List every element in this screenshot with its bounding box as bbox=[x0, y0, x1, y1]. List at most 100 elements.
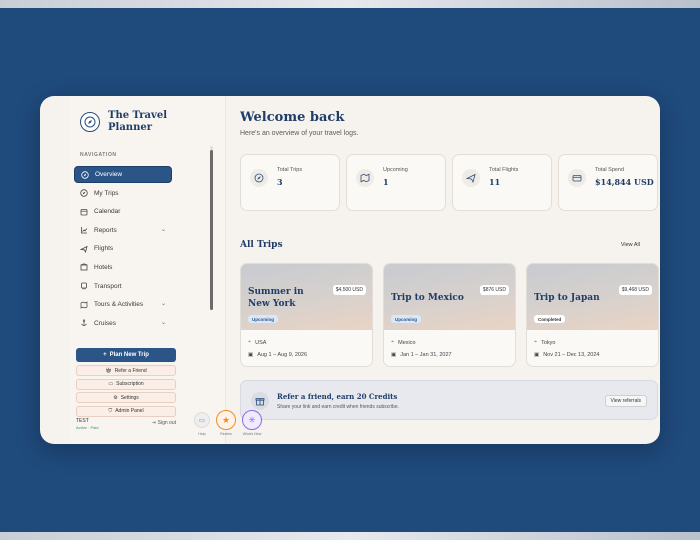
plus-icon: + bbox=[103, 352, 107, 358]
chevron-down-icon[interactable]: ⌄ bbox=[161, 319, 166, 326]
sidebar-item-overview[interactable]: Overview bbox=[74, 166, 172, 183]
sidebar-item-transport[interactable]: Transport bbox=[74, 278, 172, 295]
compass-icon bbox=[250, 169, 268, 187]
whats-new-button[interactable]: ✳ bbox=[242, 410, 262, 430]
settings-label: Settings bbox=[120, 394, 139, 401]
stat-value: 3 bbox=[277, 177, 283, 187]
trip-dates: ▣ Aug 1 – Aug 9, 2026 bbox=[248, 352, 307, 358]
trip-price-badge: $4,500 USD bbox=[332, 285, 366, 295]
sidebar-item-my-trips[interactable]: My Trips bbox=[74, 185, 172, 202]
map-icon bbox=[80, 301, 88, 309]
stat-card-total-trips: Total Trips 3 bbox=[240, 154, 340, 211]
brand[interactable]: The Travel Planner bbox=[80, 110, 178, 134]
trip-price-badge: $876 USD bbox=[479, 285, 509, 295]
brand-name: The Travel Planner bbox=[108, 110, 167, 133]
stat-label: Total Spend bbox=[595, 167, 625, 173]
sidebar-item-reports[interactable]: Reports ⌄ bbox=[74, 222, 172, 239]
user-row: TEST Active · Paid ⇥ Sign out bbox=[76, 418, 176, 432]
admin-panel-button[interactable]: ⛉ Admin Panel bbox=[76, 405, 176, 417]
sign-out-label: Sign out bbox=[157, 420, 176, 426]
reports-icon bbox=[80, 226, 88, 234]
trip-dates: ▣ Nov 21 – Dec 13, 2024 bbox=[534, 352, 599, 358]
sidebar-item-label: Overview bbox=[95, 171, 123, 178]
compass-icon bbox=[80, 189, 88, 197]
refer-friend-button[interactable]: 🎁︎ Refer a Friend bbox=[76, 365, 176, 376]
sidebar-item-label: Hotels bbox=[94, 263, 113, 271]
plane-icon bbox=[462, 169, 480, 187]
gift-icon: 🎁︎ bbox=[105, 367, 112, 374]
hotel-icon bbox=[80, 263, 88, 271]
referral-title: Refer a friend, earn 20 Credits bbox=[277, 392, 398, 401]
app-window: The Travel Planner NAVIGATION Overview M… bbox=[40, 96, 660, 444]
trip-location: ⌖ USA bbox=[248, 339, 266, 346]
gift-icon bbox=[251, 392, 269, 410]
stat-label: Total Trips bbox=[277, 167, 303, 173]
top-band bbox=[0, 0, 700, 8]
floating-actions: ▭ Help ★ Review ✳ What's New bbox=[194, 410, 284, 444]
subscription-button[interactable]: ▭ Subscription bbox=[76, 378, 176, 390]
refer-friend-label: Refer a Friend bbox=[114, 367, 147, 374]
card-icon: ▭ bbox=[108, 381, 114, 387]
sidebar-item-label: Tours & Activities bbox=[94, 301, 144, 309]
trip-status-badge: Upcoming bbox=[391, 315, 421, 323]
location-pin-icon: ⌖ bbox=[534, 339, 538, 345]
sidebar-item-hotels[interactable]: Hotels bbox=[74, 259, 172, 276]
sign-out-button[interactable]: ⇥ Sign out bbox=[151, 420, 176, 426]
trip-status-badge: Upcoming bbox=[248, 315, 278, 323]
subscription-label: Subscription bbox=[116, 381, 144, 387]
trip-status-badge: Completed bbox=[534, 315, 566, 323]
help-button[interactable]: ▭ bbox=[194, 412, 210, 428]
stat-label: Upcoming bbox=[383, 167, 408, 173]
trip-dates: ▣ Jan 1 – Jan 31, 2027 bbox=[391, 352, 452, 358]
trip-location: ⌖ Mexico bbox=[391, 339, 416, 346]
user-name: TEST bbox=[76, 418, 89, 424]
chevron-down-icon[interactable]: ⌄ bbox=[161, 226, 166, 233]
trip-card[interactable]: Summer in New York $4,500 USD Upcoming ⌖… bbox=[240, 263, 373, 367]
view-referrals-button[interactable]: View referrals bbox=[604, 395, 647, 407]
settings-button[interactable]: ⚙ Settings bbox=[76, 392, 176, 403]
sidebar-item-calendar[interactable]: Calendar bbox=[74, 203, 172, 220]
map-icon bbox=[356, 169, 374, 187]
trip-dates-text: Aug 1 – Aug 9, 2026 bbox=[257, 352, 308, 358]
bottom-band bbox=[0, 532, 700, 540]
stat-value: 11 bbox=[489, 177, 501, 187]
whats-new-label: What's New bbox=[242, 432, 262, 436]
trip-dates-text: Nov 21 – Dec 13, 2024 bbox=[543, 352, 600, 358]
plane-icon bbox=[80, 245, 88, 253]
sidebar-item-cruises[interactable]: Cruises ⌄ bbox=[74, 315, 172, 332]
sidebar-item-tours-activities[interactable]: Tours & Activities ⌄ bbox=[74, 296, 172, 313]
sidebar-item-flights[interactable]: Flights bbox=[74, 240, 172, 257]
trip-name: Summer in New York bbox=[248, 287, 304, 309]
stat-card-upcoming: Upcoming 1 bbox=[346, 154, 446, 211]
sign-out-icon: ⇥ bbox=[151, 420, 156, 426]
compass-logo-icon bbox=[80, 112, 100, 132]
user-status: Active · Paid bbox=[76, 425, 99, 430]
trip-dates-text: Jan 1 – Jan 31, 2027 bbox=[400, 352, 452, 358]
trip-location: ⌖ Tokyo bbox=[534, 339, 555, 346]
stat-card-total-spend: Total Spend $14,844 USD bbox=[558, 154, 658, 211]
sidebar-item-label: Reports bbox=[94, 226, 117, 234]
sidebar-item-label: Transport bbox=[94, 282, 122, 290]
stat-value: $14,844 USD bbox=[595, 177, 654, 187]
main-content: Welcome back Here's an overview of your … bbox=[226, 96, 660, 444]
trip-location-text: Tokyo bbox=[541, 339, 556, 346]
review-button[interactable]: ★ bbox=[216, 410, 236, 430]
compass-icon bbox=[81, 170, 89, 179]
sidebar-item-label: My Trips bbox=[94, 189, 119, 197]
trip-card[interactable]: Trip to Japan $9,468 USD Completed ⌖ Tok… bbox=[526, 263, 659, 367]
view-all-link[interactable]: View All bbox=[621, 242, 640, 248]
referral-banner: Refer a friend, earn 20 Credits Share yo… bbox=[240, 380, 658, 420]
admin-panel-label: Admin Panel bbox=[115, 408, 144, 414]
plan-new-trip-label: Plan New Trip bbox=[109, 352, 149, 358]
referral-text: Share your link and earn credit when fri… bbox=[277, 404, 400, 410]
stat-value: 1 bbox=[383, 177, 389, 187]
anchor-icon bbox=[80, 319, 88, 327]
plan-new-trip-button[interactable]: + Plan New Trip bbox=[76, 348, 176, 362]
transport-icon bbox=[80, 282, 88, 290]
trip-card[interactable]: Trip to Mexico $876 USD Upcoming ⌖ Mexic… bbox=[383, 263, 516, 367]
trip-cards: Summer in New York $4,500 USD Upcoming ⌖… bbox=[240, 263, 659, 367]
sidebar-scrollbar-thumb[interactable] bbox=[210, 150, 213, 310]
sparkle-icon: ✳ bbox=[248, 414, 256, 425]
star-icon: ★ bbox=[221, 414, 231, 425]
chevron-down-icon[interactable]: ⌄ bbox=[161, 300, 166, 307]
